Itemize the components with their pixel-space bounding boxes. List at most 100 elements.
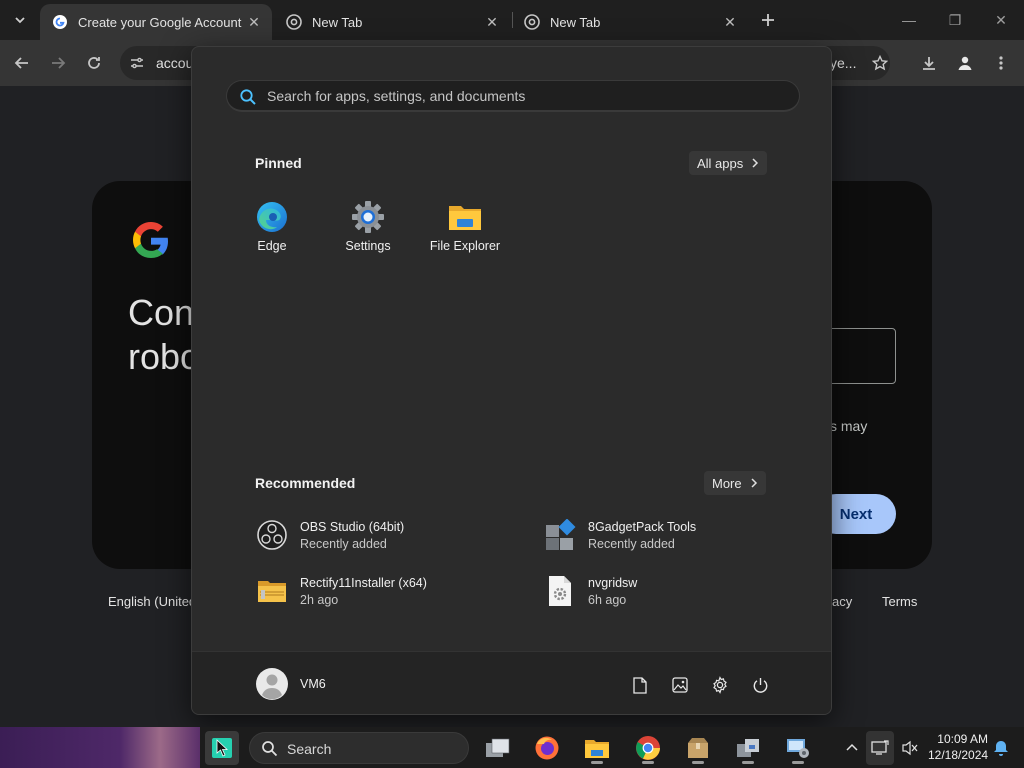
- system-clock[interactable]: 10:09 AM 12/18/2024: [928, 731, 988, 763]
- plus-icon: [762, 14, 774, 26]
- reload-button[interactable]: [79, 48, 109, 78]
- bell-icon: [994, 741, 1008, 756]
- google-favicon-icon: [53, 15, 67, 29]
- terms-link[interactable]: Terms: [882, 594, 917, 609]
- chevron-right-icon: [751, 478, 757, 488]
- tab-new-tab-1[interactable]: New Tab ✕: [274, 4, 510, 40]
- package-box-icon: [688, 738, 708, 758]
- restore-button[interactable]: ❐: [932, 0, 978, 40]
- chrome-favicon-icon: [524, 14, 540, 30]
- show-hidden-icons-button[interactable]: [842, 731, 862, 765]
- notifications-button[interactable]: [990, 731, 1012, 765]
- page-heading-line1: Con: [128, 292, 195, 333]
- tab-title: New Tab: [312, 14, 363, 30]
- power-icon: [753, 677, 767, 693]
- download-icon: [923, 57, 935, 70]
- task-view-icon: [486, 738, 510, 757]
- forward-button[interactable]: [43, 48, 73, 78]
- more-button[interactable]: More: [704, 471, 766, 495]
- folder-icon: [585, 740, 609, 758]
- all-apps-label: All apps: [697, 155, 744, 171]
- start-logo-icon: [212, 738, 232, 758]
- close-window-button[interactable]: ✕: [978, 0, 1024, 40]
- site-settings-icon[interactable]: [129, 55, 145, 71]
- start-button[interactable]: [205, 731, 239, 765]
- close-tab-icon[interactable]: ✕: [246, 14, 262, 30]
- recommended-item-8gadgetpack[interactable]: 8GadgetPack Tools Recently added: [544, 513, 696, 557]
- network-tray-button[interactable]: [866, 731, 894, 765]
- recommended-item-sub: 2h ago: [300, 592, 339, 607]
- chrome-favicon-icon: [286, 14, 302, 30]
- reload-icon: [88, 57, 100, 69]
- profile-button[interactable]: [950, 48, 980, 78]
- back-button[interactable]: [7, 48, 37, 78]
- chrome-menu-button[interactable]: [986, 48, 1016, 78]
- file-gear-icon: [544, 575, 576, 607]
- power-button[interactable]: [749, 674, 771, 696]
- all-apps-button[interactable]: All apps: [689, 151, 768, 175]
- page-heading-line2: robo: [128, 336, 201, 377]
- user-name: VM6: [300, 677, 326, 691]
- recommended-item-name: nvgridsw: [588, 575, 638, 590]
- zip-folder-icon: [256, 575, 288, 607]
- recommended-title: Recommended: [255, 475, 356, 491]
- chevron-down-icon: [15, 17, 25, 24]
- start-menu-footer: VM6: [192, 651, 831, 714]
- file-explorer-taskbar-button[interactable]: [580, 731, 614, 765]
- recommended-item-sub: 6h ago: [588, 592, 627, 607]
- downloads-button[interactable]: [914, 48, 944, 78]
- minimize-button[interactable]: —: [886, 0, 932, 40]
- volume-tray-button[interactable]: [898, 731, 922, 765]
- pinned-title: Pinned: [255, 155, 302, 171]
- tab-title: Create your Google Account: [78, 14, 242, 30]
- settings-gear-icon: [350, 199, 386, 235]
- pinned-app-edge[interactable]: Edge: [224, 193, 320, 265]
- start-search-box[interactable]: [226, 80, 800, 112]
- wallpaper-strip: [0, 727, 200, 768]
- pinned-app-file-explorer[interactable]: File Explorer: [417, 193, 513, 265]
- clock-time: 10:09 AM: [937, 732, 988, 746]
- tab-new-tab-2[interactable]: New Tab ✕: [512, 4, 748, 40]
- star-icon: [872, 55, 888, 71]
- recommended-item-obs[interactable]: OBS Studio (64bit) Recently added: [256, 513, 404, 557]
- more-label: More: [712, 475, 742, 491]
- new-tab-button[interactable]: [754, 6, 782, 34]
- language-selector[interactable]: English (United: [108, 594, 196, 609]
- tab-create-google-account[interactable]: Create your Google Account ✕: [40, 4, 272, 40]
- bookmark-button[interactable]: [865, 48, 895, 78]
- firefox-button[interactable]: [530, 731, 564, 765]
- task-view-button[interactable]: [481, 731, 515, 765]
- privacy-link[interactable]: acy: [832, 594, 852, 609]
- recommended-item-sub: Recently added: [300, 536, 387, 551]
- recommended-item-rectify11[interactable]: Rectify11Installer (x64) 2h ago: [256, 569, 427, 613]
- pinned-app-label: Settings: [345, 239, 391, 253]
- installer-taskbar-button[interactable]: [731, 731, 765, 765]
- chrome-icon: [636, 736, 660, 760]
- setup-taskbar-button[interactable]: [781, 731, 815, 765]
- gadgetpack-icon: [544, 519, 576, 551]
- clock-date: 12/18/2024: [928, 748, 989, 762]
- user-account-button[interactable]: VM6: [256, 668, 326, 700]
- close-tab-icon[interactable]: ✕: [484, 14, 500, 30]
- network-icon: [871, 740, 889, 755]
- search-icon: [262, 741, 278, 757]
- chevron-up-icon: [846, 743, 858, 751]
- pinned-app-settings[interactable]: Settings: [320, 193, 416, 265]
- profile-icon: [958, 56, 972, 70]
- chrome-taskbar-button[interactable]: [631, 731, 665, 765]
- chevron-right-icon: [752, 158, 759, 168]
- recommended-item-nvgridsw[interactable]: nvgridsw 6h ago: [544, 569, 637, 613]
- address-text-tail: ye...: [830, 55, 857, 71]
- taskbar-search-box[interactable]: Search: [249, 732, 469, 764]
- tab-search-button[interactable]: [6, 6, 34, 34]
- archive-app-taskbar-button[interactable]: [681, 731, 715, 765]
- pinned-app-label: File Explorer: [429, 239, 501, 253]
- start-search-input[interactable]: [267, 85, 787, 107]
- documents-button[interactable]: [629, 674, 651, 696]
- picture-icon: [672, 677, 688, 693]
- close-tab-icon[interactable]: ✕: [722, 14, 738, 30]
- pictures-button[interactable]: [669, 674, 691, 696]
- recommended-item-name: Rectify11Installer (x64): [300, 575, 427, 590]
- settings-button[interactable]: [709, 674, 731, 696]
- tab-title: New Tab: [550, 14, 601, 30]
